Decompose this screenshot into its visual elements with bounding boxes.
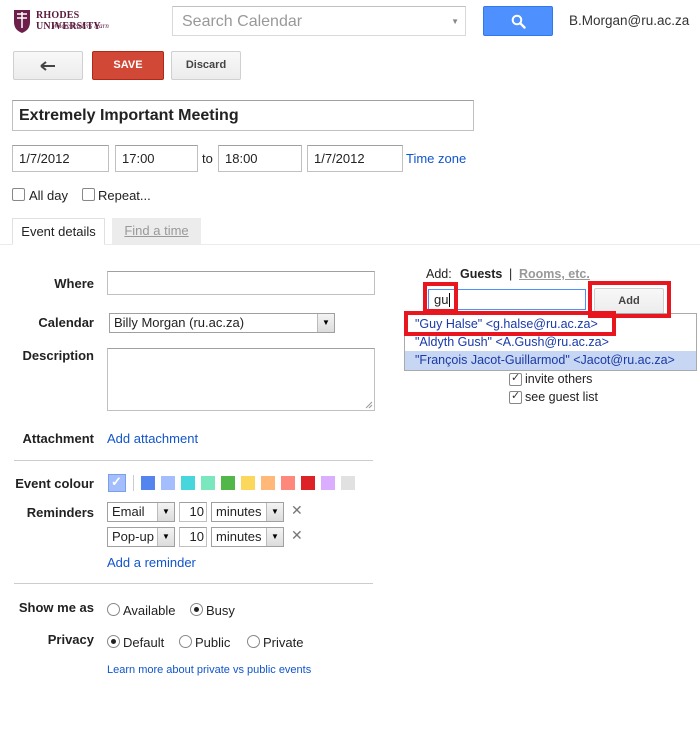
description-label: Description bbox=[22, 348, 94, 363]
show-me-as-label: Show me as bbox=[18, 600, 94, 615]
busy-radio[interactable] bbox=[190, 603, 203, 616]
search-button[interactable] bbox=[483, 6, 553, 36]
tab-event-details[interactable]: Event details bbox=[12, 218, 105, 245]
privacy-default-label: Default bbox=[123, 635, 165, 650]
chevron-down-icon: ▼ bbox=[266, 528, 283, 546]
divider bbox=[14, 583, 373, 584]
add-reminder-link[interactable]: Add a reminder bbox=[107, 555, 196, 570]
event-colour-label: Event colour bbox=[15, 476, 94, 491]
colour-swatch[interactable] bbox=[301, 476, 315, 490]
logo-tagline: Where leaders learn bbox=[52, 22, 109, 30]
rhodes-logo[interactable]: RHODES UNIVERSITY Where leaders learn bbox=[12, 8, 122, 36]
checkmark-icon: ✓ bbox=[111, 474, 122, 489]
time-zone-link[interactable]: Time zone bbox=[406, 151, 466, 166]
add-label: Add: bbox=[426, 267, 452, 281]
reminder-unit-select[interactable]: minutes ▼ bbox=[211, 527, 284, 547]
resize-handle-icon[interactable] bbox=[365, 401, 373, 409]
see-guest-list-checkbox[interactable] bbox=[509, 389, 522, 404]
privacy-public-label: Public bbox=[195, 635, 231, 650]
calendar-select[interactable]: Billy Morgan (ru.ac.za) ▼ bbox=[109, 313, 335, 333]
tab-event-details-label: Event details bbox=[21, 224, 96, 239]
save-button[interactable]: SAVE bbox=[92, 51, 164, 80]
highlight-guest-input bbox=[423, 282, 458, 313]
search-icon bbox=[511, 14, 526, 29]
all-day-label: All day bbox=[29, 188, 69, 203]
search-input[interactable]: Search Calendar bbox=[182, 13, 302, 31]
calendar-label: Calendar bbox=[38, 315, 94, 330]
calendar-select-value: Billy Morgan (ru.ac.za) bbox=[114, 315, 245, 330]
colour-swatch[interactable] bbox=[181, 476, 195, 490]
account-email[interactable]: B.Morgan@ru.ac.za bbox=[569, 13, 689, 28]
chevron-down-icon: ▼ bbox=[317, 314, 334, 332]
end-date-input[interactable]: 1/7/2012 bbox=[307, 145, 403, 172]
colour-swatch[interactable] bbox=[161, 476, 175, 490]
colour-swatch[interactable] bbox=[341, 476, 355, 490]
to-label: to bbox=[202, 151, 213, 166]
where-label: Where bbox=[54, 276, 94, 291]
rooms-tab[interactable]: Rooms, etc. bbox=[519, 267, 590, 281]
colour-swatch[interactable] bbox=[201, 476, 215, 490]
highlight-first-suggestion bbox=[404, 311, 616, 336]
available-radio[interactable] bbox=[107, 603, 120, 616]
available-label: Available bbox=[123, 603, 176, 618]
remove-reminder-icon[interactable]: ✕ bbox=[291, 527, 303, 544]
colour-swatch[interactable] bbox=[221, 476, 235, 490]
chevron-down-icon: ▼ bbox=[157, 528, 174, 546]
reminder-type-value: Pop-up bbox=[112, 529, 154, 544]
privacy-label: Privacy bbox=[47, 632, 94, 647]
colour-swatch[interactable] bbox=[261, 476, 275, 490]
chevron-down-icon: ▼ bbox=[157, 503, 174, 521]
reminder-type-select[interactable]: Email ▼ bbox=[107, 502, 175, 522]
university-crest-icon bbox=[14, 10, 30, 33]
where-input[interactable] bbox=[107, 271, 375, 295]
reminder-type-select[interactable]: Pop-up ▼ bbox=[107, 527, 175, 547]
see-guest-list-label: see guest list bbox=[525, 390, 598, 404]
tab-find-a-time-label: Find a time bbox=[124, 223, 189, 238]
invite-others-label: invite others bbox=[525, 372, 593, 386]
start-time-input[interactable]: 17:00 bbox=[115, 145, 198, 172]
remove-reminder-icon[interactable]: ✕ bbox=[291, 502, 303, 519]
back-button[interactable] bbox=[13, 51, 83, 80]
tab-bar-line bbox=[0, 244, 700, 245]
chevron-down-icon: ▼ bbox=[266, 503, 283, 521]
reminder-type-value: Email bbox=[112, 504, 145, 519]
reminder-amount-input[interactable]: 10 bbox=[179, 502, 207, 522]
description-textarea[interactable] bbox=[107, 348, 375, 411]
privacy-public-radio[interactable] bbox=[179, 635, 192, 648]
repeat-label: Repeat... bbox=[98, 188, 151, 203]
reminders-label: Reminders bbox=[26, 505, 94, 520]
colour-swatch[interactable] bbox=[281, 476, 295, 490]
discard-button[interactable]: Discard bbox=[171, 51, 241, 80]
reminder-unit-value: minutes bbox=[216, 504, 262, 519]
privacy-default-radio[interactable] bbox=[107, 635, 120, 648]
invite-others-checkbox[interactable] bbox=[509, 371, 522, 386]
guests-separator: | bbox=[509, 267, 513, 281]
privacy-private-label: Private bbox=[263, 635, 304, 650]
busy-label: Busy bbox=[206, 603, 235, 618]
tab-find-a-time[interactable]: Find a time bbox=[112, 218, 201, 244]
back-arrow-icon bbox=[40, 61, 55, 71]
search-dropdown-arrow-icon[interactable]: ▼ bbox=[451, 17, 459, 26]
reminder-amount-input[interactable]: 10 bbox=[179, 527, 207, 547]
default-colour-swatch[interactable]: ✓ bbox=[108, 474, 126, 492]
colour-swatch[interactable] bbox=[321, 476, 335, 490]
learn-more-privacy-link[interactable]: Learn more about private vs public event… bbox=[107, 664, 311, 676]
event-title-input[interactable]: Extremely Important Meeting bbox=[12, 100, 474, 131]
reminder-unit-select[interactable]: minutes ▼ bbox=[211, 502, 284, 522]
all-day-checkbox[interactable] bbox=[12, 188, 25, 201]
divider bbox=[14, 460, 373, 461]
privacy-private-radio[interactable] bbox=[247, 635, 260, 648]
search-box[interactable]: Search Calendar ▼ bbox=[172, 6, 466, 36]
add-attachment-link[interactable]: Add attachment bbox=[107, 431, 198, 446]
attachment-label: Attachment bbox=[22, 431, 94, 446]
reminder-unit-value: minutes bbox=[216, 529, 262, 544]
guest-suggestion-item[interactable]: "François Jacot-Guillarmod" <Jacot@ru.ac… bbox=[405, 351, 696, 370]
guests-tab[interactable]: Guests bbox=[460, 267, 502, 281]
start-date-input[interactable]: 1/7/2012 bbox=[12, 145, 109, 172]
colour-swatch[interactable] bbox=[241, 476, 255, 490]
repeat-checkbox[interactable] bbox=[82, 188, 95, 201]
end-time-input[interactable]: 18:00 bbox=[218, 145, 302, 172]
colour-swatch[interactable] bbox=[141, 476, 155, 490]
swatch-separator bbox=[133, 475, 134, 491]
